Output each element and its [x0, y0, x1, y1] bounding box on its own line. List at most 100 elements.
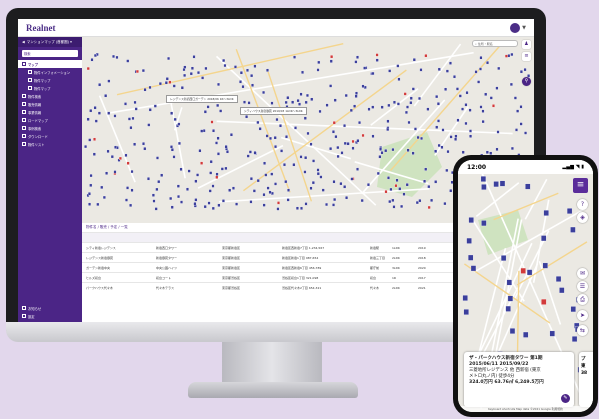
- property-marker[interactable]: [180, 86, 184, 90]
- property-marker[interactable]: [510, 146, 514, 151]
- property-marker[interactable]: [360, 198, 364, 203]
- property-marker[interactable]: [321, 188, 325, 192]
- property-marker[interactable]: [185, 187, 189, 191]
- property-marker[interactable]: [571, 336, 578, 342]
- property-marker[interactable]: [250, 74, 254, 78]
- property-marker[interactable]: [325, 103, 329, 107]
- property-marker[interactable]: [329, 147, 333, 151]
- property-marker[interactable]: [443, 201, 447, 206]
- property-marker[interactable]: [92, 152, 96, 156]
- property-marker[interactable]: [249, 200, 253, 204]
- property-marker[interactable]: [141, 68, 145, 73]
- property-marker[interactable]: [279, 124, 282, 128]
- property-marker[interactable]: [344, 93, 348, 98]
- property-marker[interactable]: [258, 127, 262, 131]
- property-marker[interactable]: [427, 205, 431, 210]
- property-marker[interactable]: [356, 167, 359, 171]
- property-marker[interactable]: [510, 52, 514, 57]
- property-marker[interactable]: [474, 70, 478, 74]
- property-marker[interactable]: [262, 193, 266, 197]
- property-marker[interactable]: [266, 186, 270, 190]
- property-marker[interactable]: [245, 115, 249, 119]
- property-marker[interactable]: [481, 119, 485, 124]
- property-marker[interactable]: [492, 104, 495, 108]
- property-marker[interactable]: [396, 102, 400, 106]
- property-marker[interactable]: [500, 255, 507, 262]
- property-marker[interactable]: [351, 139, 355, 144]
- property-marker[interactable]: [541, 298, 547, 305]
- property-marker[interactable]: [204, 66, 208, 71]
- property-marker[interactable]: [196, 70, 200, 75]
- property-marker[interactable]: [437, 143, 441, 148]
- property-marker[interactable]: [440, 145, 444, 149]
- property-marker[interactable]: [114, 145, 117, 149]
- property-marker[interactable]: [104, 94, 108, 98]
- property-marker[interactable]: [499, 180, 506, 187]
- property-marker[interactable]: [105, 171, 109, 175]
- property-marker[interactable]: [198, 149, 202, 153]
- property-marker[interactable]: [180, 200, 183, 204]
- property-marker[interactable]: [312, 159, 316, 163]
- property-marker[interactable]: [333, 98, 337, 102]
- property-marker[interactable]: [212, 129, 215, 133]
- property-marker[interactable]: [426, 107, 430, 111]
- property-marker[interactable]: [293, 55, 297, 59]
- edit-icon[interactable]: ✎: [561, 394, 570, 403]
- property-marker[interactable]: [506, 279, 513, 286]
- property-marker[interactable]: [252, 189, 256, 193]
- property-marker[interactable]: [392, 205, 396, 209]
- property-marker[interactable]: [300, 206, 303, 210]
- property-marker[interactable]: [541, 235, 547, 242]
- property-marker[interactable]: [371, 105, 375, 109]
- property-marker[interactable]: [153, 104, 157, 108]
- sidebar-search[interactable]: 検索: [22, 50, 78, 57]
- property-marker[interactable]: [89, 183, 93, 187]
- property-marker[interactable]: [524, 131, 528, 135]
- property-marker[interactable]: [133, 100, 137, 105]
- property-marker[interactable]: [262, 90, 266, 95]
- property-marker[interactable]: [336, 145, 340, 150]
- property-marker[interactable]: [396, 64, 400, 68]
- sidebar-item[interactable]: 物件リスト: [18, 140, 82, 148]
- property-marker[interactable]: [124, 153, 128, 157]
- sidebar-project-header[interactable]: ◀ マンションマップ (首都圏) ▾: [18, 37, 82, 47]
- property-marker[interactable]: [157, 180, 161, 184]
- property-marker[interactable]: [454, 134, 458, 138]
- property-marker[interactable]: [291, 100, 295, 104]
- sidebar-item[interactable]: 物件インフォメーション: [18, 68, 82, 76]
- property-marker[interactable]: [215, 175, 219, 179]
- property-marker[interactable]: [134, 107, 138, 111]
- property-marker[interactable]: [216, 136, 220, 140]
- map-search-input[interactable]: ⌕ 住所・駅名: [472, 40, 518, 47]
- property-marker[interactable]: [247, 101, 251, 105]
- property-marker[interactable]: [449, 135, 453, 139]
- property-marker[interactable]: [209, 171, 213, 175]
- chevron-down-icon[interactable]: ▼: [522, 25, 526, 31]
- property-marker[interactable]: [94, 119, 98, 123]
- property-marker[interactable]: [479, 105, 483, 109]
- property-marker[interactable]: [126, 161, 130, 165]
- property-marker[interactable]: [263, 161, 267, 165]
- property-marker[interactable]: [172, 84, 176, 88]
- property-marker[interactable]: [235, 202, 239, 206]
- property-marker[interactable]: [387, 176, 390, 180]
- property-marker[interactable]: [519, 70, 523, 74]
- property-marker[interactable]: [406, 105, 409, 109]
- property-marker[interactable]: [217, 82, 220, 87]
- property-marker[interactable]: [200, 161, 204, 165]
- property-marker[interactable]: [436, 102, 440, 106]
- property-marker[interactable]: [403, 92, 407, 96]
- property-marker[interactable]: [190, 66, 194, 70]
- property-marker[interactable]: [151, 193, 155, 197]
- property-marker[interactable]: [155, 187, 159, 191]
- property-marker[interactable]: [515, 128, 518, 132]
- property-marker[interactable]: [241, 85, 245, 89]
- property-marker[interactable]: [130, 169, 134, 174]
- property-marker[interactable]: [268, 190, 272, 194]
- property-marker[interactable]: [86, 117, 90, 121]
- property-marker[interactable]: [405, 183, 409, 187]
- property-marker[interactable]: [107, 111, 111, 115]
- list-icon[interactable]: ☰: [577, 281, 588, 292]
- property-marker[interactable]: [543, 210, 549, 216]
- property-marker[interactable]: [331, 130, 335, 134]
